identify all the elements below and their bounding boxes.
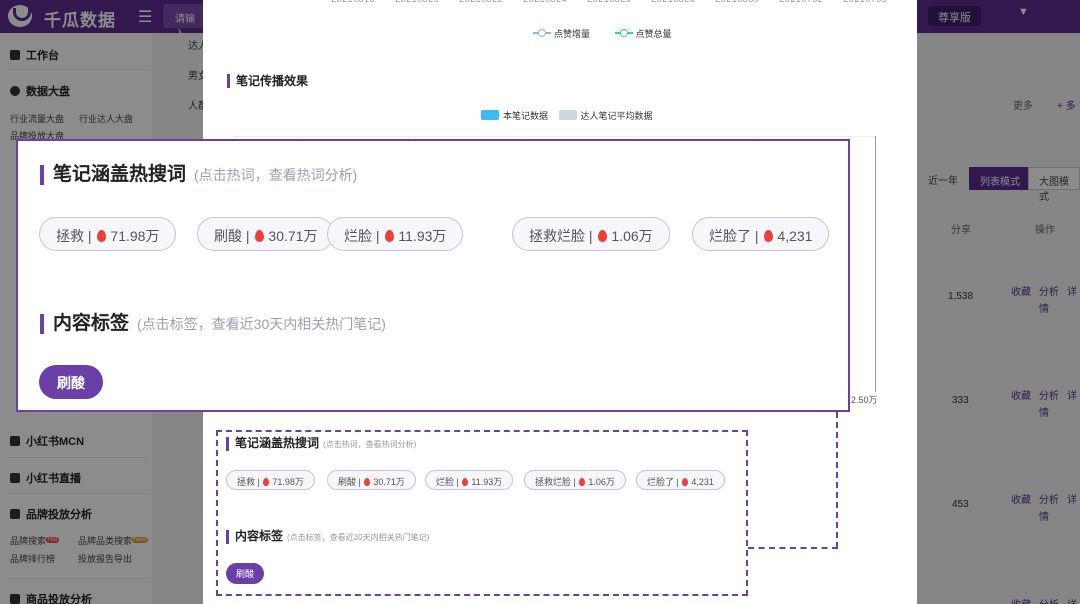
fire-icon (682, 478, 689, 486)
zoom-callout: 笔记涵盖热搜词 (点击热词，查看热词分析) 拯救 | 71.98万 刷酸 | 30… (16, 139, 850, 412)
line-marker-icon (533, 29, 551, 37)
x-tick-label: 20210830 (715, 0, 759, 4)
keyword-tag[interactable]: 烂脸了 | 4,231 (692, 217, 830, 251)
keyword-tag[interactable]: 拯救 | 71.98万 (39, 217, 177, 251)
chart-legend: 点赞增量 点赞总量 (533, 27, 694, 40)
keyword-tag[interactable]: 烂脸了 | 4,231 (636, 470, 725, 490)
keyword-tag[interactable]: 烂脸 | 11.93万 (425, 470, 514, 490)
fire-icon (364, 478, 371, 486)
fire-icon (462, 478, 469, 486)
content-tag-chip[interactable]: 刷酸 (226, 563, 265, 584)
callout-connector (748, 547, 838, 549)
keyword-tag[interactable]: 拯救 | 71.98万 (226, 470, 315, 490)
legend-item-this-note[interactable]: 本笔记数据 (481, 109, 548, 122)
keyword-tag[interactable]: 刷酸 | 30.71万 (197, 217, 335, 251)
legend-swatch (481, 110, 499, 120)
content-tag-chip[interactable]: 刷酸 (39, 365, 103, 399)
fire-icon (764, 230, 774, 242)
keyword-tag[interactable]: 烂脸 | 11.93万 (327, 217, 464, 251)
fire-icon (579, 478, 586, 486)
chart-x-axis: 20210818 20210820 20210822 20210824 20210826… (331, 0, 907, 4)
x-tick-label: 20210818 (331, 0, 375, 4)
keywords-title-small: 笔记涵盖热搜词 (点击热词，查看热词分析) (226, 437, 416, 451)
chart-right-axis (875, 136, 876, 392)
line-marker-icon (614, 29, 633, 37)
x-tick-label: 20210820 (395, 0, 439, 4)
content-tags-title-small: 内容标签 (点击标签，查看近30天内相关热门笔记) (226, 530, 429, 544)
x-tick-label: 20210828 (651, 0, 695, 4)
x-tick-label: 20210826 (587, 0, 631, 4)
x-tick-label: 20210706 (843, 0, 887, 4)
fire-icon (255, 230, 265, 242)
y-tick-label: 2.50万 (851, 395, 878, 405)
highlight-box (216, 430, 748, 596)
x-tick-label: 20210702 (779, 0, 823, 4)
callout-connector (836, 412, 838, 548)
section-title-spread: 笔记传播效果 (227, 74, 308, 88)
fire-icon (263, 478, 270, 486)
legend-swatch (558, 110, 577, 120)
legend-item-kol-average[interactable]: 达人笔记平均数据 (558, 109, 653, 122)
keywords-title: 笔记涵盖热搜词 (点击热词，查看热词分析) (40, 165, 357, 185)
keyword-tag[interactable]: 刷酸 | 30.71万 (327, 470, 416, 490)
legend-item-like-total[interactable]: 点赞总量 (614, 27, 672, 40)
keyword-tag[interactable]: 拯救烂脸 | 1.06万 (512, 217, 670, 251)
fire-icon (97, 230, 107, 242)
keyword-tag[interactable]: 拯救烂脸 | 1.06万 (524, 470, 626, 490)
x-tick-label: 20210822 (459, 0, 503, 4)
bar-legend: 本笔记数据 达人笔记平均数据 (481, 109, 661, 122)
fire-icon (598, 230, 608, 242)
legend-item-like-increment[interactable]: 点赞增量 (533, 27, 590, 40)
fire-icon (385, 230, 395, 242)
content-tags-title: 内容标签 (点击标签，查看近30天内相关热门笔记) (40, 314, 386, 334)
x-tick-label: 20210824 (523, 0, 567, 4)
